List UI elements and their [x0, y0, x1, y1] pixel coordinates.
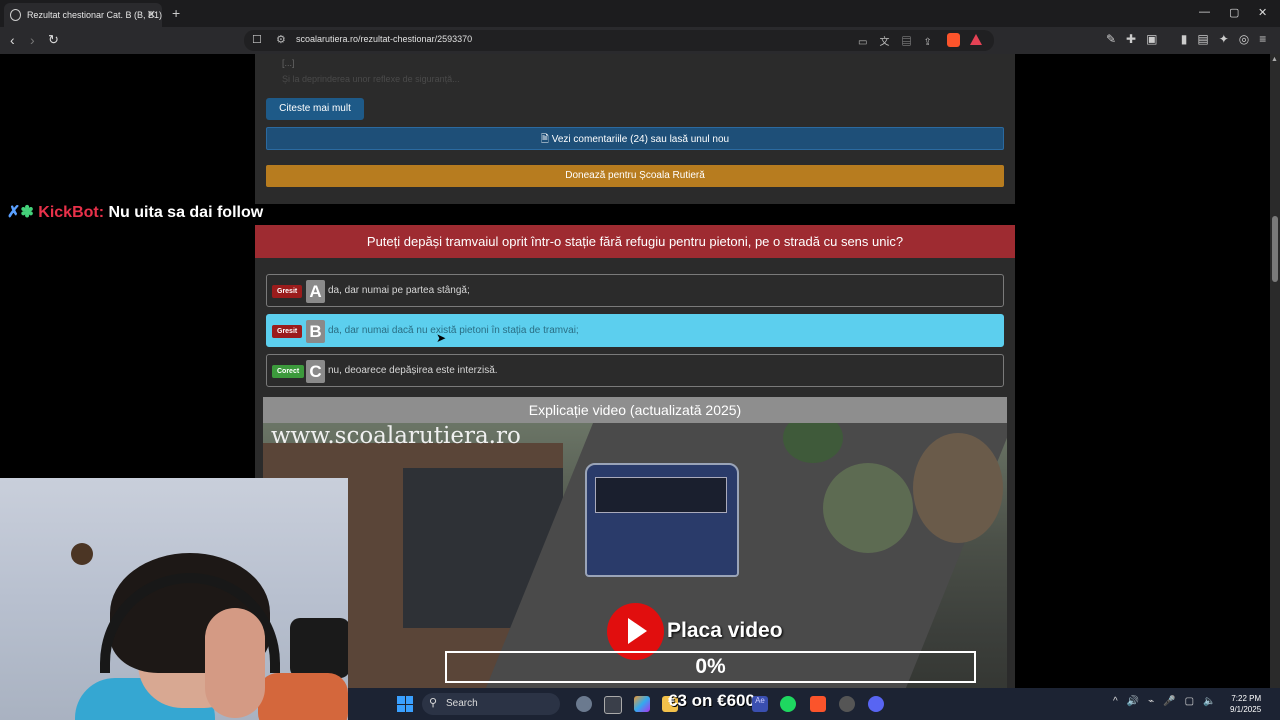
bookmark-icon[interactable]: ☐	[252, 33, 262, 46]
browser-toolbar: ‹ › ↻ ☐ ⚙ scoalarutiera.ro/rezultat-ches…	[0, 27, 1280, 54]
answer-text: nu, deoarece depășirea este interzisă.	[328, 365, 498, 376]
orange-pillow	[258, 673, 348, 720]
answer-option-b[interactable]: Gresit B da, dar numai dacă nu există pi…	[266, 314, 1004, 347]
answer-text: da, dar numai dacă nu există pietoni în …	[328, 325, 579, 336]
answer-option-c[interactable]: Corect C nu, deoarece depășirea este int…	[266, 354, 1004, 387]
discord-icon[interactable]	[868, 696, 884, 712]
wrong-badge: Gresit	[272, 285, 303, 298]
answer-letter: B	[306, 320, 325, 343]
url-text[interactable]: scoalarutiera.ro/rezultat-chestionar/259…	[296, 34, 472, 44]
windows-taskbar: ⚲ Search €3 on €600 Ae ^🔊⌁🎤▢🔈 7:22 PM 9/…	[348, 688, 1280, 720]
search-icon: ⚲	[429, 697, 438, 709]
correct-badge: Corect	[272, 365, 305, 378]
answer-option-a[interactable]: Gresit A da, dar numai pe partea stângă;	[266, 274, 1004, 307]
new-tab-button[interactable]: +	[172, 5, 180, 21]
video-watermark: www.scoalarutiera.ro	[271, 423, 521, 449]
taskbar-search[interactable]: ⚲ Search	[422, 693, 560, 715]
site-info-icon[interactable]: ⚙	[276, 33, 286, 46]
badge-icon: ✽	[20, 204, 34, 221]
mouse-cursor-icon: ➤	[436, 331, 447, 345]
scene-tree	[913, 433, 1003, 543]
bot-name: KickBot:	[38, 204, 105, 221]
address-bar[interactable]: ☐ ⚙ scoalarutiera.ro/rezultat-chestionar…	[244, 30, 994, 51]
brave-shields-icon[interactable]	[947, 33, 960, 47]
scene-tree	[823, 463, 913, 553]
taskbar-clock[interactable]: 7:22 PM 9/1/2025	[1230, 693, 1261, 715]
stream-overlay-text: €3 on €600	[668, 691, 755, 710]
after-effects-icon[interactable]: Ae	[752, 696, 768, 712]
chat-overlay: ✗✽ KickBot: Nu uita sa dai follow	[7, 202, 263, 222]
site-favicon-icon	[10, 9, 21, 21]
brave-browser-icon[interactable]	[810, 696, 826, 712]
address-bar-actions-icon[interactable]: ▭文▤⇪	[858, 33, 944, 48]
restore-button[interactable]: ▢	[1229, 6, 1239, 19]
answer-text: da, dar numai pe partea stângă;	[328, 285, 470, 296]
forward-icon[interactable]: ›	[30, 32, 35, 48]
video-player[interactable]: www.scoalarutiera.ro Placa video 0%	[263, 423, 1007, 720]
person-hand	[205, 608, 265, 718]
explanation-card: [...] Și la deprinderea unor reflexe de …	[255, 54, 1015, 204]
app-icon[interactable]	[839, 696, 855, 712]
wall-ornament	[71, 543, 93, 565]
widgets-icon[interactable]	[576, 696, 592, 712]
question-text: Puteți depăși tramvaiul oprit într-o sta…	[255, 225, 1015, 258]
page-scrollbar[interactable]: ▲ ▼	[1270, 54, 1280, 720]
bot-message: Nu uita sa dai follow	[108, 204, 264, 221]
clock-time: 7:22 PM	[1231, 694, 1262, 703]
background-object	[290, 618, 348, 678]
back-icon[interactable]: ‹	[10, 32, 15, 48]
scene-tram	[585, 463, 739, 577]
comments-button[interactable]: 🗎 Vezi comentariile (24) sau lasă unul n…	[266, 127, 1004, 150]
video-progress-text: 0%	[695, 655, 726, 678]
question-card: Puteți depăși tramvaiul oprit într-o sta…	[255, 225, 1015, 720]
wrong-badge: Gresit	[272, 325, 303, 338]
system-tray-icons[interactable]: ^🔊⌁🎤▢🔈	[1113, 696, 1225, 707]
search-label: Search	[446, 698, 478, 709]
browser-tab-bar: Rezultat chestionar Cat. B (B, B1) ✕ + —…	[0, 0, 1280, 27]
windows-start-icon[interactable]	[397, 696, 413, 712]
answer-letter: C	[306, 360, 325, 383]
webcam-overlay	[0, 478, 348, 720]
clock-date: 9/1/2025	[1230, 705, 1262, 714]
tab-title: Rezultat chestionar Cat. B (B, B1)	[26, 10, 162, 20]
donate-button[interactable]: Donează pentru Școala Rutieră	[266, 165, 1004, 187]
blurred-text: [...]	[282, 58, 295, 68]
video-progress-bar: 0%	[445, 651, 976, 683]
close-window-button[interactable]: ✕	[1258, 6, 1267, 19]
scroll-up-icon[interactable]: ▲	[1271, 56, 1278, 63]
play-label: Placa video	[667, 619, 783, 642]
sword-icon: ✗	[7, 204, 21, 221]
minimize-button[interactable]: —	[1199, 6, 1210, 18]
reload-icon[interactable]: ↻	[48, 32, 59, 48]
answer-letter: A	[306, 280, 325, 303]
task-view-icon[interactable]	[604, 696, 622, 714]
scrollbar-thumb[interactable]	[1272, 216, 1278, 282]
extensions-icon[interactable]: ✎✚▣ ▮▤✦◎≡	[1106, 32, 1276, 46]
video-header: Explicație video (actualizată 2025)	[263, 397, 1007, 423]
spotify-icon[interactable]	[780, 696, 796, 712]
brave-rewards-icon[interactable]	[970, 34, 982, 45]
tab-close-icon[interactable]: ✕	[147, 8, 156, 21]
document-icon: 🗎	[540, 134, 552, 145]
read-more-button[interactable]: Citeste mai mult	[266, 98, 364, 120]
comments-label: Vezi comentariile (24) sau lasă unul nou	[551, 134, 730, 145]
tram-window	[595, 477, 727, 513]
blurred-text-2: Și la deprinderea unor reflexe de sigura…	[282, 74, 460, 84]
browser-tab[interactable]: Rezultat chestionar Cat. B (B, B1) ✕	[4, 3, 162, 27]
